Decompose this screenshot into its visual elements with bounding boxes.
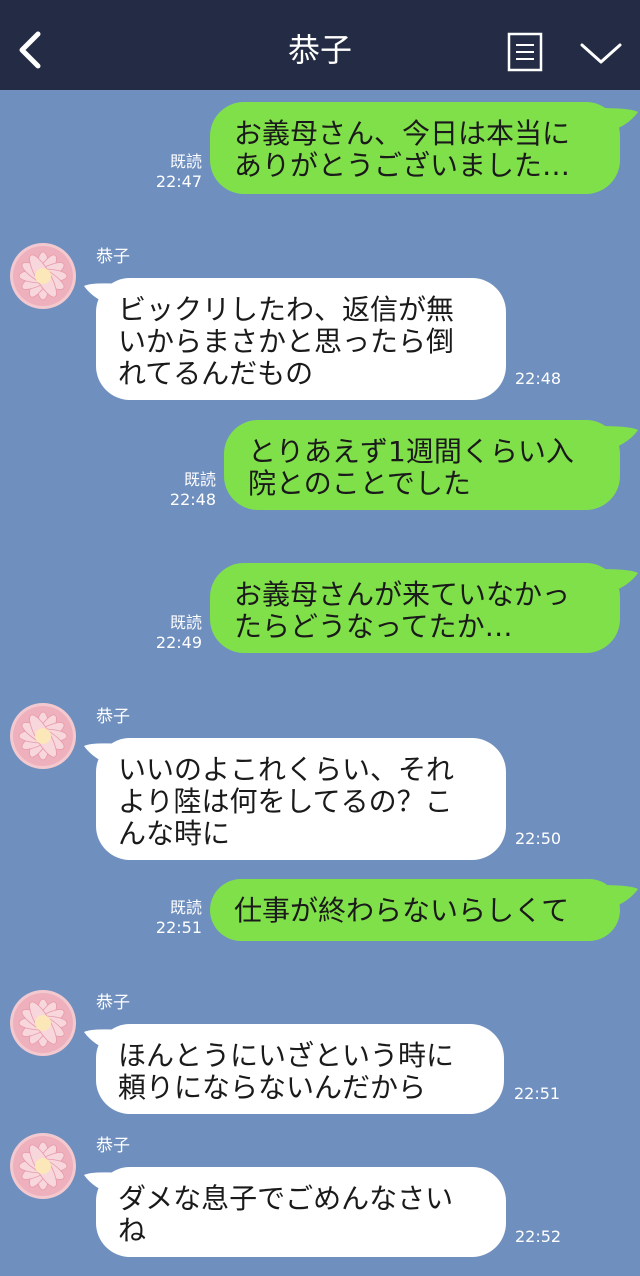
bubble-tail (600, 108, 638, 132)
chat-title: 恭子 (287, 31, 352, 69)
message-time: 22:48 (169, 490, 216, 509)
message-status: 既読 22:47 (150, 152, 202, 192)
message-time: 22:51 (514, 1084, 561, 1103)
avatar[interactable] (10, 703, 76, 769)
bubble-tail (600, 885, 638, 909)
message-bubble-received[interactable]: ダメな息子でごめんなさい ね (96, 1167, 506, 1257)
message-time: 22:47 (155, 172, 202, 191)
message-bubble-sent[interactable]: お義母さん、今日は本当に ありがとうございました… (210, 102, 620, 194)
sender-name: 恭子 (96, 707, 130, 727)
message-bubble-received[interactable]: いいのよこれくらい、それ より陸は何をしてるの？こ んな時に (96, 738, 506, 860)
sender-name: 恭子 (96, 247, 130, 267)
read-receipt: 既読 (183, 470, 216, 489)
bubble-tail (600, 569, 638, 593)
read-receipt: 既読 (169, 613, 202, 632)
message-time: 22:51 (155, 918, 202, 937)
chevron-down-icon[interactable] (579, 40, 623, 68)
message-time: 22:49 (155, 633, 202, 652)
avatar[interactable] (10, 1133, 76, 1199)
message-time: 22:52 (515, 1227, 562, 1246)
message-bubble-sent[interactable]: 仕事が終わらないらしくて (210, 879, 620, 941)
message-status: 既読 22:49 (150, 613, 202, 653)
message-status: 既読 22:48 (164, 470, 216, 510)
sender-name: 恭子 (96, 993, 130, 1013)
avatar[interactable] (10, 990, 76, 1056)
message-bubble-received[interactable]: ビックリしたわ、返信が無 いからまさかと思ったら倒 れてるんだもの (96, 278, 506, 400)
sender-name: 恭子 (96, 1136, 130, 1156)
message-status: 既読 22:51 (150, 898, 202, 938)
message-time: 22:50 (515, 829, 562, 848)
list-icon[interactable] (507, 32, 543, 72)
message-bubble-sent[interactable]: お義母さんが来ていなかっ たらどうなってたか… (210, 563, 620, 653)
chat-header: 恭子 (0, 0, 640, 90)
bubble-tail (600, 426, 638, 450)
read-receipt: 既読 (169, 152, 202, 171)
message-bubble-received[interactable]: ほんとうにいざという時に 頼りにならないんだから (96, 1024, 504, 1114)
message-bubble-sent[interactable]: とりあえず1週間くらい入 院とのことでした (224, 420, 620, 510)
avatar[interactable] (10, 243, 76, 309)
read-receipt: 既読 (169, 898, 202, 917)
message-time: 22:48 (515, 369, 562, 388)
